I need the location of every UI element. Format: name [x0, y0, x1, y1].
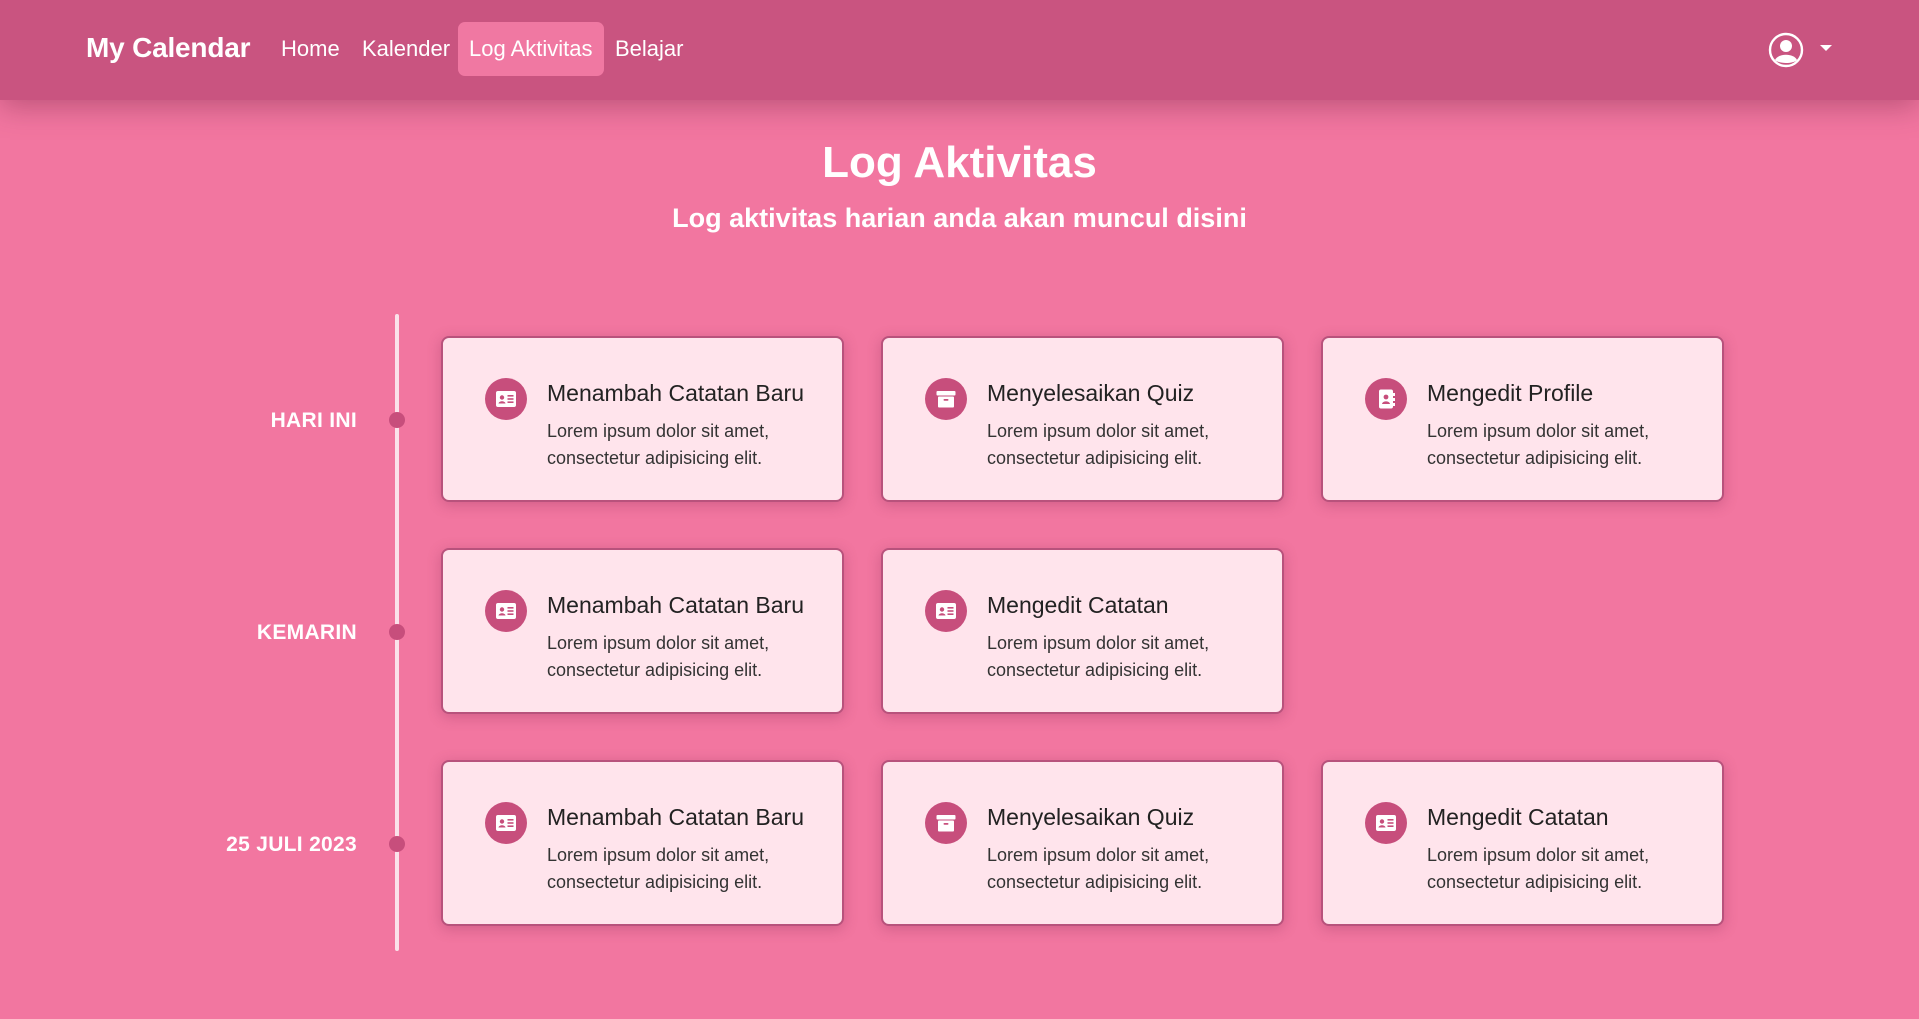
- user-circle-icon: [1768, 32, 1804, 68]
- activity-card[interactable]: Menyelesaikan Quiz Lorem ipsum dolor sit…: [881, 760, 1284, 926]
- id-card-icon: [485, 378, 527, 420]
- activity-description: Lorem ipsum dolor sit amet, consectetur …: [987, 421, 1210, 468]
- archive-box-icon: [925, 802, 967, 844]
- activity-card[interactable]: Mengedit Catatan Lorem ipsum dolor sit a…: [881, 548, 1284, 714]
- activity-title: Menyelesaikan Quiz: [987, 380, 1195, 406]
- activity-title: Menambah Catatan Baru: [547, 380, 804, 406]
- activity-description: Lorem ipsum dolor sit amet, consectetur …: [987, 845, 1210, 892]
- id-card-icon: [485, 590, 527, 632]
- nav-item-home[interactable]: Home: [270, 22, 351, 76]
- page-title: Log Aktivitas: [822, 138, 1097, 187]
- activity-title: Mengedit Catatan: [987, 592, 1169, 618]
- id-card-icon: [1365, 802, 1407, 844]
- archive-box-icon: [925, 378, 967, 420]
- activity-description: Lorem ipsum dolor sit amet, consectetur …: [1427, 421, 1650, 468]
- timeline-dot: [389, 836, 405, 852]
- activity-description: Lorem ipsum dolor sit amet, consectetur …: [987, 633, 1210, 680]
- activity-description: Lorem ipsum dolor sit amet, consectetur …: [547, 845, 770, 892]
- id-card-icon: [925, 590, 967, 632]
- nav-item-log-aktivitas[interactable]: Log Aktivitas: [458, 22, 604, 76]
- brand-logo[interactable]: My Calendar: [86, 32, 250, 64]
- navbar: My Calendar Home Kalender Log Aktivitas …: [0, 0, 1919, 100]
- activity-title: Mengedit Profile: [1427, 380, 1594, 406]
- timeline-label: HARI INI: [270, 409, 357, 432]
- id-card-icon: [485, 802, 527, 844]
- activity-card[interactable]: Mengedit Catatan Lorem ipsum dolor sit a…: [1321, 760, 1724, 926]
- activity-card[interactable]: Menambah Catatan Baru Lorem ipsum dolor …: [441, 548, 844, 714]
- user-menu-dropdown[interactable]: [1768, 32, 1832, 68]
- activity-card[interactable]: Menambah Catatan Baru Lorem ipsum dolor …: [441, 336, 844, 502]
- timeline-dot: [389, 624, 405, 640]
- contact-book-icon: [1365, 378, 1407, 420]
- nav-item-belajar[interactable]: Belajar: [604, 22, 694, 76]
- chevron-down-icon: [1820, 45, 1832, 51]
- timeline-label: KEMARIN: [256, 621, 357, 644]
- activity-card[interactable]: Mengedit Profile Lorem ipsum dolor sit a…: [1321, 336, 1724, 502]
- activity-description: Lorem ipsum dolor sit amet, consectetur …: [1427, 845, 1650, 892]
- activity-title: Menambah Catatan Baru: [547, 804, 804, 830]
- activity-title: Menyelesaikan Quiz: [987, 804, 1195, 830]
- activity-card[interactable]: Menyelesaikan Quiz Lorem ipsum dolor sit…: [881, 336, 1284, 502]
- activity-title: Menambah Catatan Baru: [547, 592, 804, 618]
- activity-title: Mengedit Catatan: [1427, 804, 1609, 830]
- activity-card[interactable]: Menambah Catatan Baru Lorem ipsum dolor …: [441, 760, 844, 926]
- activity-description: Lorem ipsum dolor sit amet, consectetur …: [547, 421, 770, 468]
- timeline-label: 25 JULI 2023: [226, 833, 357, 856]
- page-subtitle: Log aktivitas harian anda akan muncul di…: [672, 203, 1247, 233]
- nav-item-kalender[interactable]: Kalender: [351, 22, 461, 76]
- activity-description: Lorem ipsum dolor sit amet, consectetur …: [547, 633, 770, 680]
- timeline-dot: [389, 412, 405, 428]
